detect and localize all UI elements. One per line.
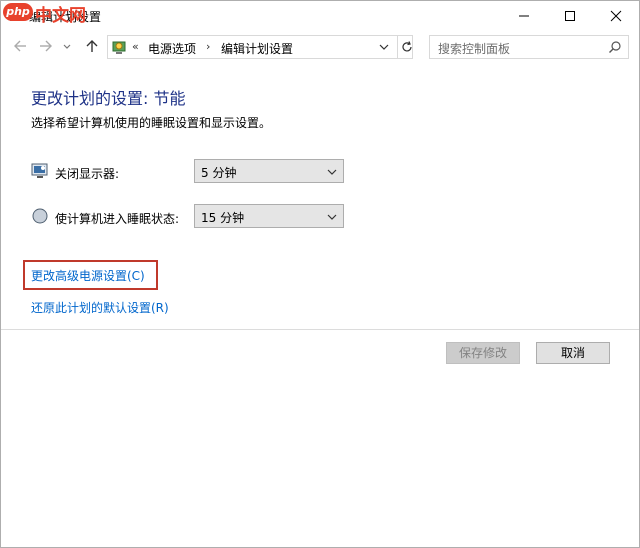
- refresh-button[interactable]: [397, 36, 414, 58]
- maximize-icon: [565, 11, 575, 21]
- divider: [1, 329, 639, 330]
- title-bar: 编辑计划设置 php 中文网: [1, 1, 639, 31]
- sleep-label: 使计算机进入睡眠状态:: [55, 212, 180, 226]
- forward-button[interactable]: [35, 33, 57, 59]
- back-arrow-icon: [14, 40, 26, 52]
- search-box[interactable]: 搜索控制面板: [429, 35, 629, 59]
- restore-defaults-link[interactable]: 还原此计划的默认设置(R): [31, 299, 169, 316]
- address-bar[interactable]: « 电源选项 › 编辑计划设置: [107, 35, 413, 59]
- page-description: 选择希望计算机使用的睡眠设置和显示设置。: [31, 116, 272, 130]
- sleep-value: 15 分钟: [201, 211, 245, 225]
- power-options-icon: [112, 41, 126, 54]
- address-history-dropdown[interactable]: [376, 39, 392, 55]
- up-button[interactable]: [81, 33, 103, 59]
- page-title: 更改计划的设置: 节能: [31, 89, 186, 108]
- edit-plan-settings-window: 编辑计划设置 php 中文网 « 电源选项 › 编辑计划设置 搜索控制面板 更改…: [0, 0, 640, 548]
- breadcrumb-power-options[interactable]: 电源选项: [148, 40, 196, 57]
- chevron-down-icon: [379, 44, 389, 50]
- chevron-down-icon: [63, 44, 71, 49]
- breadcrumb-separator-icon: ›: [206, 40, 211, 53]
- advanced-power-settings-link[interactable]: 更改高级电源设置(C): [31, 267, 145, 284]
- forward-arrow-icon: [40, 40, 52, 52]
- close-icon: [610, 10, 622, 22]
- turn-off-display-value: 5 分钟: [201, 166, 237, 180]
- up-arrow-icon: [86, 40, 98, 52]
- watermark-text: 中文网: [35, 6, 86, 26]
- display-icon: [31, 163, 48, 178]
- navigation-bar: « 电源选项 › 编辑计划设置 搜索控制面板: [1, 33, 639, 61]
- back-button[interactable]: [9, 33, 31, 59]
- save-changes-button[interactable]: 保存修改: [446, 342, 520, 364]
- turn-off-display-label: 关闭显示器:: [55, 167, 120, 181]
- minimize-button[interactable]: [501, 1, 547, 31]
- moon-sleep-icon: [32, 208, 48, 224]
- maximize-button[interactable]: [547, 1, 593, 31]
- recent-locations-button[interactable]: [61, 33, 75, 59]
- chevron-down-icon: [327, 214, 337, 220]
- watermark-logo: php 中文网: [1, 1, 93, 26]
- sleep-select[interactable]: 15 分钟: [194, 204, 344, 228]
- refresh-icon: [402, 41, 412, 52]
- breadcrumb-edit-plan[interactable]: 编辑计划设置: [221, 40, 293, 57]
- cancel-button[interactable]: 取消: [536, 342, 610, 364]
- chevron-down-icon: [327, 169, 337, 175]
- turn-off-display-select[interactable]: 5 分钟: [194, 159, 344, 183]
- watermark-badge: php: [3, 3, 33, 21]
- minimize-icon: [519, 15, 529, 17]
- search-icon: [609, 41, 621, 53]
- breadcrumb-overflow[interactable]: «: [132, 40, 139, 53]
- search-placeholder: 搜索控制面板: [438, 42, 511, 56]
- close-button[interactable]: [593, 1, 639, 31]
